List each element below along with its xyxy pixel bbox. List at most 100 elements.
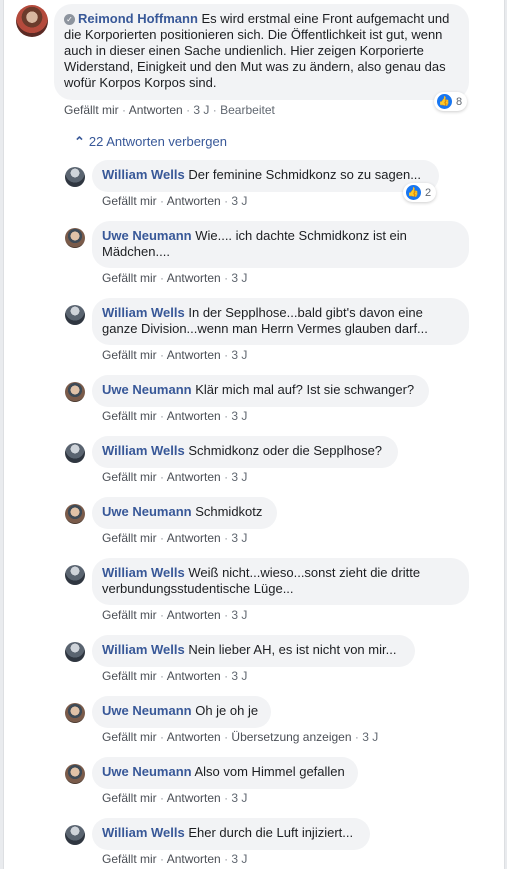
reply-actions: Gefällt mir · Antworten · 3 J xyxy=(102,668,247,684)
reply-text: Klär mich mal auf? Ist sie schwanger? xyxy=(195,382,415,397)
reply-button[interactable]: Antworten xyxy=(167,470,221,484)
reply-button[interactable]: Antworten xyxy=(167,409,221,423)
timestamp[interactable]: 3 J xyxy=(231,791,247,805)
like-button[interactable]: Gefällt mir xyxy=(102,669,157,683)
reply-author[interactable]: William Wells xyxy=(102,642,185,657)
reply-actions: Gefällt mir · Antworten · 3 J xyxy=(102,408,247,424)
avatar-william-wells[interactable] xyxy=(65,167,85,187)
avatar-uwe-neumann[interactable] xyxy=(65,504,85,524)
avatar-william-wells[interactable] xyxy=(65,642,85,662)
like-button[interactable]: Gefällt mir xyxy=(102,470,157,484)
reply-text: Schmidkonz oder die Sepplhose? xyxy=(188,443,383,458)
reply-actions: Gefällt mir · Antworten · 3 J xyxy=(102,851,247,867)
timestamp[interactable]: 3 J xyxy=(231,852,247,866)
reaction-number: 2 xyxy=(425,186,432,199)
avatar-uwe-neumann[interactable] xyxy=(65,228,85,248)
comment-author[interactable]: Reimond Hoffmann xyxy=(78,11,198,26)
reply-text: Oh je oh je xyxy=(195,703,259,718)
reply-button[interactable]: Antworten xyxy=(167,791,221,805)
reply-button[interactable]: Antworten xyxy=(167,348,221,362)
separator: · xyxy=(160,348,165,362)
reply-button[interactable]: Antworten xyxy=(167,608,221,622)
reply-text: Also vom Himmel gefallen xyxy=(194,764,345,779)
reply-bubble: Uwe Neumann Oh je oh je xyxy=(92,696,271,728)
separator: · xyxy=(224,730,229,744)
reply-author[interactable]: Uwe Neumann xyxy=(102,504,192,519)
translate-button[interactable]: Übersetzung anzeigen xyxy=(231,730,351,744)
separator: · xyxy=(160,730,165,744)
hide-replies-button[interactable]: ⌃ 22 Antworten verbergen xyxy=(74,134,227,150)
reply-author[interactable]: Uwe Neumann xyxy=(102,228,192,243)
separator: · xyxy=(224,271,229,285)
separator: · xyxy=(354,730,359,744)
reply-author[interactable]: William Wells xyxy=(102,443,185,458)
timestamp[interactable]: 3 J xyxy=(362,730,378,744)
reply-button[interactable]: Antworten xyxy=(167,669,221,683)
timestamp[interactable]: 3 J xyxy=(231,194,247,208)
reaction-count[interactable]: 👍 2 xyxy=(403,183,437,202)
separator: · xyxy=(160,852,165,866)
reply-button[interactable]: Antworten xyxy=(167,194,221,208)
like-button[interactable]: Gefällt mir xyxy=(102,608,157,622)
top-comment-actions: Gefällt mir · Antworten · 3 J · Bearbeit… xyxy=(64,102,275,118)
separator: · xyxy=(224,608,229,622)
comments-panel: ✓ Reimond Hoffmann Es wird erstmal eine F… xyxy=(3,0,505,869)
separator: · xyxy=(122,103,127,117)
reply-bubble: William Wells Eher durch die Luft injizi… xyxy=(92,818,370,850)
separator: · xyxy=(160,608,165,622)
separator: · xyxy=(160,470,165,484)
reply-text: Nein lieber AH, es ist nicht von mir... xyxy=(188,642,397,657)
reply-button[interactable]: Antworten xyxy=(167,531,221,545)
reply-author[interactable]: William Wells xyxy=(102,305,185,320)
like-button[interactable]: Gefällt mir xyxy=(102,531,157,545)
timestamp[interactable]: 3 J xyxy=(231,271,247,285)
timestamp[interactable]: 3 J xyxy=(231,470,247,484)
reply-author[interactable]: Uwe Neumann xyxy=(102,382,192,397)
separator: · xyxy=(160,271,165,285)
timestamp[interactable]: 3 J xyxy=(231,409,247,423)
avatar-uwe-neumann[interactable] xyxy=(65,703,85,723)
like-button[interactable]: Gefällt mir xyxy=(102,852,157,866)
timestamp[interactable]: 3 J xyxy=(231,348,247,362)
reply-author[interactable]: Uwe Neumann xyxy=(102,703,192,718)
reaction-count[interactable]: 👍 8 xyxy=(434,92,468,111)
reply-button[interactable]: Antworten xyxy=(167,271,221,285)
reply-button[interactable]: Antworten xyxy=(167,852,221,866)
reply-bubble: William Wells Schmidkonz oder die Sepplh… xyxy=(92,436,398,468)
timestamp[interactable]: 3 J xyxy=(231,608,247,622)
reply-button[interactable]: Antworten xyxy=(129,103,183,117)
like-button[interactable]: Gefällt mir xyxy=(102,730,157,744)
reply-button[interactable]: Antworten xyxy=(167,730,221,744)
avatar-uwe-neumann[interactable] xyxy=(65,764,85,784)
like-button[interactable]: Gefällt mir xyxy=(102,409,157,423)
reply-bubble: Uwe Neumann Also vom Himmel gefallen xyxy=(92,757,358,789)
avatar-uwe-neumann[interactable] xyxy=(65,382,85,402)
like-button[interactable]: Gefällt mir xyxy=(102,348,157,362)
reply-author[interactable]: William Wells xyxy=(102,167,185,182)
timestamp[interactable]: 3 J xyxy=(231,531,247,545)
like-button[interactable]: Gefällt mir xyxy=(64,103,119,117)
verified-icon: ✓ xyxy=(64,14,75,25)
like-button[interactable]: Gefällt mir xyxy=(102,791,157,805)
top-comment-bubble: ✓ Reimond Hoffmann Es wird erstmal eine F… xyxy=(54,4,469,100)
avatar-william-wells[interactable] xyxy=(65,565,85,585)
separator: · xyxy=(224,470,229,484)
reply-author[interactable]: Uwe Neumann xyxy=(102,764,192,779)
reply-author[interactable]: William Wells xyxy=(102,565,185,580)
timestamp[interactable]: 3 J xyxy=(193,103,209,117)
avatar-william-wells[interactable] xyxy=(65,825,85,845)
avatar-william-wells[interactable] xyxy=(65,443,85,463)
reply-author[interactable]: William Wells xyxy=(102,825,185,840)
reply-bubble: Uwe Neumann Klär mich mal auf? Ist sie s… xyxy=(92,375,429,407)
timestamp[interactable]: 3 J xyxy=(231,669,247,683)
avatar-reimond-hoffmann[interactable] xyxy=(16,5,48,37)
separator: · xyxy=(212,103,217,117)
separator: · xyxy=(224,409,229,423)
separator: · xyxy=(186,103,191,117)
avatar-william-wells[interactable] xyxy=(65,305,85,325)
separator: · xyxy=(224,531,229,545)
like-button[interactable]: Gefällt mir xyxy=(102,271,157,285)
like-button[interactable]: Gefällt mir xyxy=(102,194,157,208)
reply-actions: Gefällt mir · Antworten · Übersetzung an… xyxy=(102,729,378,745)
reply-actions: Gefällt mir · Antworten · 3 J xyxy=(102,193,247,209)
